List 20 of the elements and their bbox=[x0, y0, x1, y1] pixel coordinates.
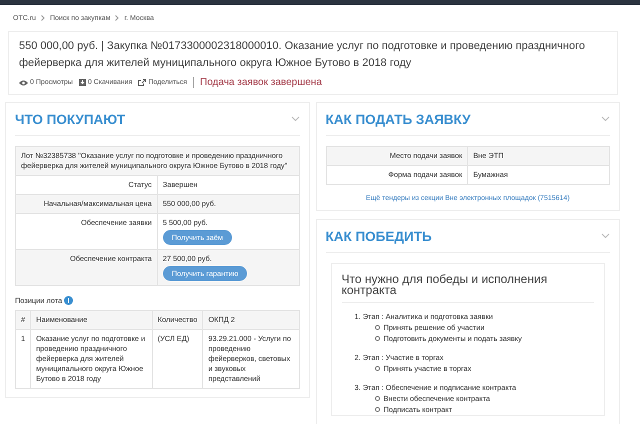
bullet-icon bbox=[374, 396, 380, 401]
share-icon bbox=[138, 79, 146, 86]
download-icon bbox=[78, 79, 86, 86]
info-icon[interactable] bbox=[64, 296, 74, 305]
chevron-icon[interactable] bbox=[601, 233, 610, 239]
guide-heading: Что нужно для победы и исполнения контракта bbox=[342, 274, 594, 303]
bullet-icon bbox=[374, 336, 380, 341]
panel-title: КАК ПОБЕДИТЬ bbox=[326, 228, 432, 244]
chevron-icon[interactable] bbox=[601, 116, 610, 122]
status-text: Подача заявок завершена bbox=[200, 77, 322, 88]
tender-title: 550 000,00 руб. | Закупка №0173300002318000010. Оказание услуг по подготовке и проведению праздничного фейерверка для жителей муниципального округа Южное Бутово в 2018 году bbox=[19, 39, 586, 71]
panel-title: КАК ПОДАТЬ ЗАЯВКУ bbox=[326, 112, 471, 126]
panel-title: ЧТО ПОКУПАЮТ bbox=[15, 112, 126, 126]
bullet-icon bbox=[374, 366, 380, 371]
chevron-icon[interactable] bbox=[290, 116, 300, 122]
chevron-icon bbox=[40, 15, 45, 21]
bullet-icon bbox=[374, 325, 380, 330]
chevron-icon bbox=[115, 15, 120, 21]
eye-icon bbox=[19, 80, 28, 86]
bullet-icon bbox=[374, 407, 380, 412]
